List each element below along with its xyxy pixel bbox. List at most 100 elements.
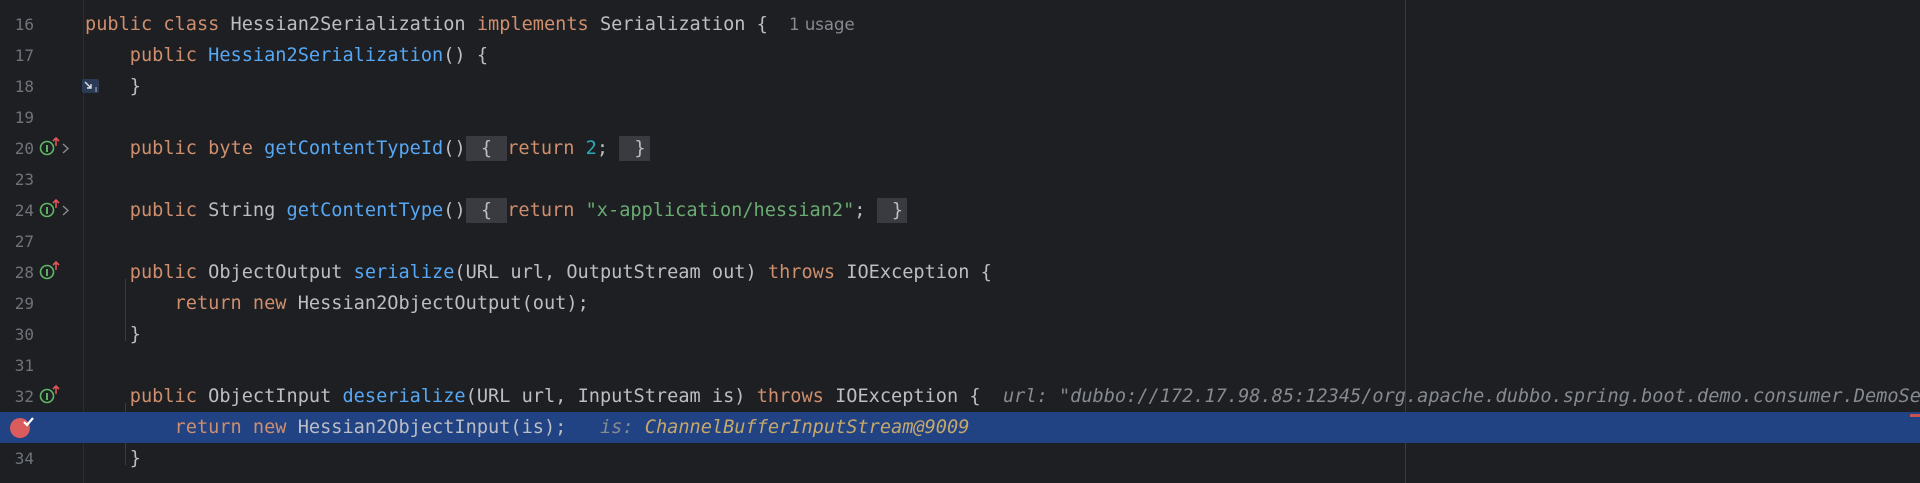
code-editor[interactable]: 16 public class Hessian2Serialization imp… bbox=[0, 0, 1920, 483]
code-text[interactable]: } bbox=[85, 71, 141, 102]
code-token: throws bbox=[756, 386, 836, 407]
line-number[interactable]: 34 bbox=[0, 443, 34, 474]
line-number[interactable]: 27 bbox=[0, 226, 34, 257]
code-token: return new bbox=[85, 417, 298, 438]
code-token: "x-application/hessian2" bbox=[585, 200, 855, 221]
code-line[interactable]: 29 return new Hessian2ObjectOutput(out); bbox=[0, 288, 1920, 319]
line-number[interactable]: 18 bbox=[0, 71, 34, 102]
line-number[interactable]: 24 bbox=[0, 195, 34, 226]
code-token: () bbox=[443, 200, 466, 221]
gutter-icons bbox=[8, 412, 36, 443]
debug-inline-value: ChannelBufferInputStream@9009 bbox=[644, 417, 970, 438]
code-token: IOException { bbox=[835, 386, 981, 407]
usages-hint[interactable]: 1 usage bbox=[789, 15, 855, 34]
code-token: (URL url, OutputStream out) bbox=[454, 262, 768, 283]
code-token: ObjectInput bbox=[208, 386, 343, 407]
code-line[interactable]: 27 bbox=[0, 226, 1920, 257]
code-token: public bbox=[85, 262, 209, 283]
code-token: ; bbox=[854, 200, 877, 221]
code-token: getContentTypeId bbox=[264, 138, 444, 159]
code-token: implements bbox=[476, 14, 600, 35]
line-number[interactable]: 29 bbox=[0, 288, 34, 319]
code-token: deserialize bbox=[342, 386, 466, 407]
line-number[interactable]: 16 bbox=[0, 9, 34, 40]
code-token: public bbox=[85, 138, 209, 159]
line-number[interactable]: 30 bbox=[0, 319, 34, 350]
debug-inline-value: url: "dubbo://172.17.98.85:12345/org.apa… bbox=[980, 386, 1920, 407]
code-token: 2 bbox=[585, 138, 597, 159]
code-line[interactable]: 19 bbox=[0, 102, 1920, 133]
code-text[interactable]: public class Hessian2Serialization imple… bbox=[85, 9, 855, 40]
code-token: () bbox=[443, 138, 466, 159]
code-token: String bbox=[208, 200, 287, 221]
code-text[interactable]: public ObjectOutput serialize(URL url, O… bbox=[85, 257, 992, 288]
code-text[interactable]: } bbox=[85, 319, 141, 350]
code-token: ; bbox=[596, 138, 620, 159]
code-text[interactable]: public ObjectInput deserialize(URL url, … bbox=[85, 381, 1920, 412]
code-text[interactable]: public byte getContentTypeId() { return … bbox=[85, 133, 650, 164]
line-number[interactable]: 19 bbox=[0, 102, 34, 133]
implements-method-icon[interactable]: I bbox=[38, 381, 60, 412]
svg-text:I: I bbox=[45, 206, 49, 217]
gutter-icons: I bbox=[38, 133, 72, 164]
code-token: } bbox=[85, 76, 141, 97]
code-line[interactable]: 30 } bbox=[0, 319, 1920, 350]
folded-code-region[interactable]: } bbox=[619, 136, 650, 161]
code-token: getContentType bbox=[286, 200, 444, 221]
code-text[interactable]: return new Hessian2ObjectInput(is); is: … bbox=[85, 412, 970, 443]
code-line-current-execution[interactable]: return new Hessian2ObjectInput(is); is: … bbox=[0, 412, 1920, 443]
chevron-right-icon[interactable] bbox=[60, 133, 72, 164]
code-token: public bbox=[85, 45, 209, 66]
code-text[interactable]: public String getContentType() { return … bbox=[85, 195, 908, 226]
code-token: Hessian2ObjectInput(is); bbox=[297, 417, 567, 438]
code-token: return bbox=[507, 138, 586, 159]
code-token: Serialization { bbox=[599, 14, 780, 35]
code-token: IOException { bbox=[846, 262, 992, 283]
line-number[interactable]: 20 bbox=[0, 133, 34, 164]
code-token: (URL url, InputStream is) bbox=[465, 386, 757, 407]
gutter-icons: I bbox=[38, 257, 60, 288]
line-number[interactable]: 17 bbox=[0, 40, 34, 71]
gutter-icons: I bbox=[38, 195, 72, 226]
breakpoint-verified-icon[interactable] bbox=[8, 412, 36, 443]
code-line[interactable]: 18 I } bbox=[0, 71, 1920, 102]
code-line[interactable]: 20 I public byte getContentTypeId() { ret… bbox=[0, 133, 1920, 164]
folded-code-region[interactable]: { bbox=[465, 198, 508, 223]
code-line[interactable]: 16 public class Hessian2Serialization imp… bbox=[0, 9, 1920, 40]
code-token: Hessian2Serialization bbox=[230, 14, 477, 35]
svg-text:I: I bbox=[45, 144, 49, 155]
line-number[interactable]: 28 bbox=[0, 257, 34, 288]
chevron-right-icon[interactable] bbox=[60, 195, 72, 226]
code-text[interactable]: return new Hessian2ObjectOutput(out); bbox=[85, 288, 589, 319]
code-line[interactable]: 28 I public ObjectOutput serialize(URL ur… bbox=[0, 257, 1920, 288]
code-token: Hessian2Serialization bbox=[208, 45, 444, 66]
implements-method-icon[interactable]: I bbox=[38, 195, 60, 226]
line-number[interactable]: 32 bbox=[0, 381, 34, 412]
debug-inline-value: is: bbox=[566, 417, 645, 438]
code-line[interactable]: 31 bbox=[0, 350, 1920, 381]
svg-text:I: I bbox=[45, 392, 49, 403]
code-line[interactable]: 17 public Hessian2Serialization() { bbox=[0, 40, 1920, 71]
code-token: ObjectOutput bbox=[208, 262, 354, 283]
folded-code-region[interactable]: } bbox=[876, 198, 908, 223]
code-text[interactable]: } bbox=[85, 443, 141, 474]
implements-method-icon[interactable]: I bbox=[38, 257, 60, 288]
code-line[interactable]: 32 I public ObjectInput deserialize(URL u… bbox=[0, 381, 1920, 412]
code-token: return bbox=[507, 200, 586, 221]
code-line[interactable]: 24 I public String getContentType() { ret… bbox=[0, 195, 1920, 226]
folded-code-region[interactable]: { bbox=[465, 136, 508, 161]
code-line[interactable]: 34 } bbox=[0, 443, 1920, 474]
implements-method-icon[interactable]: I bbox=[38, 133, 60, 164]
code-token: serialize bbox=[353, 262, 455, 283]
code-token: public bbox=[85, 200, 209, 221]
gutter-icons: I bbox=[38, 381, 60, 412]
svg-text:I: I bbox=[45, 268, 49, 279]
scrollbar-error-marker[interactable] bbox=[1910, 414, 1920, 417]
line-number[interactable]: 23 bbox=[0, 164, 34, 195]
code-line[interactable]: 23 bbox=[0, 164, 1920, 195]
code-text[interactable]: public Hessian2Serialization() { bbox=[85, 40, 488, 71]
code-token: throws bbox=[767, 262, 847, 283]
line-number[interactable]: 31 bbox=[0, 350, 34, 381]
code-token: public bbox=[85, 386, 209, 407]
code-token: } bbox=[85, 324, 141, 345]
